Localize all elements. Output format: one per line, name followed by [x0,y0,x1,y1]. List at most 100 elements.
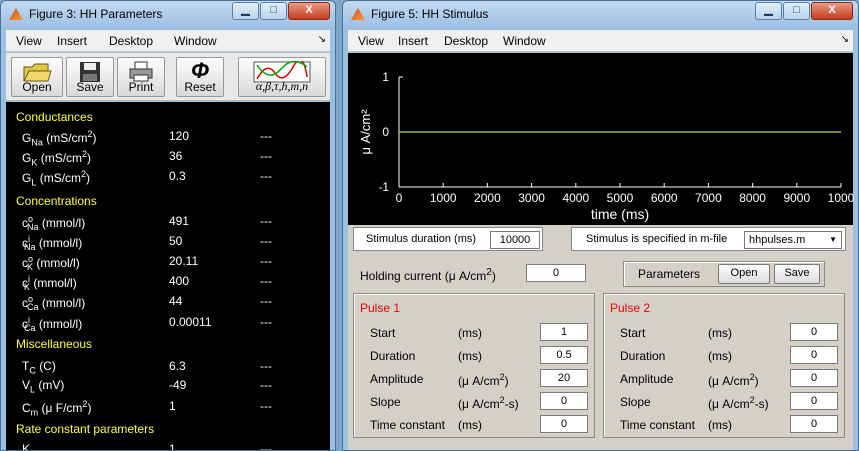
duration-input[interactable] [490,231,540,249]
menu-view[interactable]: View [16,34,42,48]
pulse-field-unit: (μ A/cm2-s) [708,395,769,411]
unit-text: (ms) [458,349,482,363]
param-unit: (mmol/l) [38,317,83,331]
save-label: Save [76,80,104,94]
pulse-field-name: Slope [370,395,401,409]
pulse-field-name: Time constant [370,418,445,432]
duration-label: Stimulus duration (ms) [366,233,477,245]
param-dash: --- [260,169,272,183]
open-button[interactable]: Open [11,57,63,97]
reset-button[interactable]: Φ Reset [176,57,224,97]
minimize-button[interactable]: ▁ [755,2,782,20]
dock-arrow-icon[interactable]: ↘ [318,34,326,45]
param-dash: --- [260,442,272,451]
menu-view[interactable]: View [358,34,384,48]
param-unit-close: ) [86,171,91,185]
param-name: coNa (mmol/l) [22,214,85,232]
mfile-select[interactable]: hhpulses.m ▼ [744,231,842,249]
param-value[interactable]: 0.3 [169,169,186,183]
print-button[interactable]: Print [117,57,165,97]
pulse-field-unit: (μ A/cm2-s) [458,395,519,411]
unit-text: (ms) [458,418,482,432]
close-button[interactable]: X [288,2,330,20]
param-unit-close: ) [87,151,92,165]
menu-insert[interactable]: Insert [57,34,87,48]
param-value[interactable]: 50 [169,234,182,248]
save-button[interactable]: Save [774,264,820,284]
param-unit-close: ) [87,401,92,415]
pulse-field-input[interactable] [540,323,588,341]
x-tick-label: 1000 [828,191,855,205]
param-value[interactable]: 20.11 [169,254,198,268]
param-name: K [22,442,30,450]
rates-label: α,β,τ,h,m,n [255,79,309,93]
pulse-field-input[interactable] [540,346,588,364]
param-name: GL (mS/cm2) [22,169,90,187]
unit-text: (μ A/cm [458,374,500,388]
param-value[interactable]: 400 [169,274,189,288]
param-unit: (mmol/l) [41,296,86,310]
pulse-field-input[interactable] [790,415,838,433]
pulse-field-input[interactable] [540,415,588,433]
menu-window[interactable]: Window [174,34,217,48]
x-tick-label: 3000 [518,191,545,205]
pulse-field-input[interactable] [790,346,838,364]
x-axis-label: time (ms) [591,206,649,222]
title-bar[interactable]: Figure 5: HH Stimulus ▁ □ X [343,1,858,27]
menu-desktop[interactable]: Desktop [444,34,488,48]
pulse-field-unit: (ms) [708,349,732,363]
param-unit: (C) [39,359,56,373]
save-button[interactable]: Save [66,57,114,97]
holding-close: ) [491,269,496,283]
param-dash: --- [260,378,272,392]
pulse-field-input[interactable] [540,392,588,410]
param-name: coK (mmol/l) [22,254,80,272]
x-tick-label: 9000 [783,191,810,205]
close-button[interactable]: X [811,2,853,20]
unit-close: ) [504,374,509,388]
pulse-field-input[interactable] [790,323,838,341]
pulse-field-name: Slope [620,395,651,409]
pulse-field-input[interactable] [790,369,838,387]
param-unit: (mS/cm [39,171,82,185]
unit-text: (ms) [708,326,732,340]
section-rates: Rate constant parameters [16,422,155,436]
menu-bar: View Insert Desktop Window ↘ [348,30,853,52]
param-value[interactable]: 1 [169,399,176,413]
param-value[interactable]: 491 [169,214,189,228]
param-value[interactable]: 36 [169,149,182,163]
menu-desktop[interactable]: Desktop [109,34,153,48]
unit-close: ) [754,374,759,388]
open-button[interactable]: Open [718,264,770,284]
unit-close: -s) [754,397,769,411]
param-unit: (mS/cm [40,151,83,165]
pulse-field-input[interactable] [540,369,588,387]
param-name: ciNa (mmol/l) [22,234,82,252]
x-tick-label: 7000 [695,191,722,205]
dock-arrow-icon[interactable]: ↘ [841,34,849,45]
param-value[interactable]: 1 [169,442,176,450]
dropdown-arrow-icon[interactable]: ▼ [829,232,837,248]
maximize-button[interactable]: □ [260,2,287,20]
holding-current-input[interactable] [526,264,586,282]
pulse-field-input[interactable] [790,392,838,410]
param-value[interactable]: 44 [169,294,182,308]
param-sub: Ca [27,302,39,313]
param-value[interactable]: 0.00011 [169,315,212,329]
param-unit-close: ) [92,131,97,145]
param-unit: (mS/cm [46,131,88,145]
param-value[interactable]: 6.3 [169,359,186,373]
param-value[interactable]: -49 [169,378,186,392]
param-sub: Na [24,242,36,253]
param-base: G [22,131,32,145]
rates-button[interactable]: α,β,τ,h,m,n [238,57,326,97]
maximize-button[interactable]: □ [783,2,810,20]
param-dash: --- [260,399,272,413]
param-value[interactable]: 120 [169,129,189,143]
minimize-button[interactable]: ▁ [232,2,259,20]
holding-label: Holding current (μ A/cm2) [360,267,496,283]
param-dash: --- [260,294,272,308]
menu-insert[interactable]: Insert [398,34,428,48]
menu-window[interactable]: Window [503,34,546,48]
title-bar[interactable]: Figure 3: HH Parameters ▁ □ X [1,1,335,27]
